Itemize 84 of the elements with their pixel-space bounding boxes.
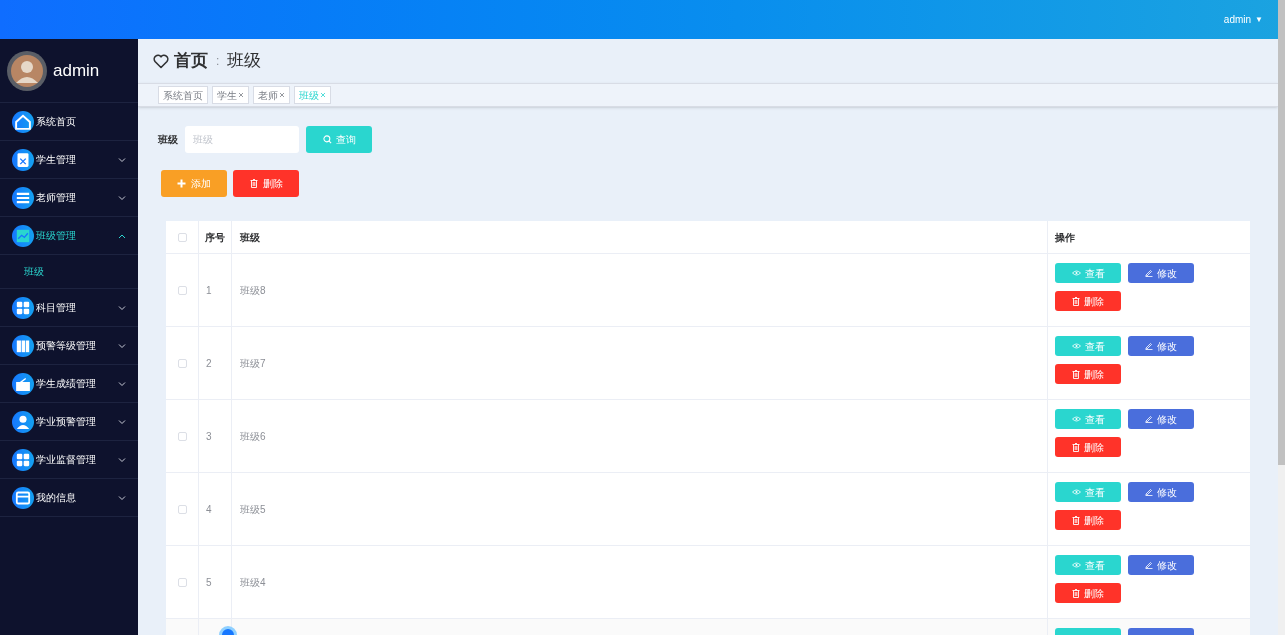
table-cell: 5 — [199, 546, 232, 618]
chart-icon — [12, 224, 34, 247]
sidebar-item[interactable]: 老师管理 — [0, 179, 138, 217]
edit-button[interactable]: 修改 — [1128, 409, 1194, 429]
pen-icon — [1145, 269, 1153, 277]
card-icon — [12, 486, 34, 509]
user-menu[interactable]: admin ▼ — [1223, 12, 1263, 27]
sidebar-item[interactable]: 学业监督管理 — [0, 441, 138, 479]
column-header: 序号 — [199, 221, 232, 253]
sidebar-item[interactable]: 学生成绩管理 — [0, 365, 138, 403]
pen-icon — [1145, 342, 1153, 350]
pen-icon — [1145, 488, 1153, 496]
edit-button[interactable]: 修改 — [1128, 263, 1194, 283]
edit-button[interactable]: 修改 — [1128, 482, 1194, 502]
breadcrumb-separator: : — [216, 53, 220, 70]
person-icon — [12, 410, 34, 433]
trash-icon — [1072, 296, 1080, 306]
table-cell: 班级7 — [232, 327, 1048, 399]
table-cell: 3 — [199, 400, 232, 472]
page-tab[interactable]: 老师 — [253, 86, 290, 104]
eye-icon — [1071, 562, 1081, 568]
eye-icon — [1071, 416, 1081, 422]
delete-button[interactable]: 删除 — [1055, 510, 1121, 530]
sidebar-item[interactable]: 我的信息 — [0, 479, 138, 517]
table-cell: 4 — [199, 473, 232, 545]
table-cell: 班级4 — [232, 546, 1048, 618]
checkbox[interactable] — [177, 504, 187, 514]
book-icon — [12, 334, 34, 357]
delete-button[interactable]: 删除 — [1055, 437, 1121, 457]
trash-icon — [1072, 515, 1080, 525]
eye-icon — [1071, 489, 1081, 495]
table-cell: 班级6 — [232, 400, 1048, 472]
delete-button[interactable]: 删除 — [1055, 291, 1121, 311]
sidebar-item[interactable]: 科目管理 — [0, 289, 138, 327]
checkbox[interactable] — [177, 358, 187, 368]
delete-button[interactable]: 删除 — [1055, 364, 1121, 384]
checkbox[interactable] — [177, 232, 187, 242]
close-icon[interactable] — [320, 92, 326, 98]
sidebar-item[interactable]: 学业预警管理 — [0, 403, 138, 441]
search-label: 班级 — [158, 133, 178, 147]
table-cell: 1 — [199, 254, 232, 326]
grid-icon — [12, 296, 34, 319]
checkbox[interactable] — [177, 285, 187, 295]
sidebar-subitem[interactable]: 班级 — [0, 255, 138, 289]
checkbox[interactable] — [177, 431, 187, 441]
avatar — [7, 50, 47, 91]
scrollbar[interactable] — [1278, 0, 1285, 635]
sidebar-item[interactable]: 学生管理 — [0, 141, 138, 179]
grid-icon — [12, 448, 34, 471]
table-cell: 2 — [199, 327, 232, 399]
trash-icon — [1072, 442, 1080, 452]
trash-icon — [249, 179, 258, 188]
delete-button[interactable]: 删除 — [233, 170, 299, 197]
pen-icon — [1145, 415, 1153, 423]
checkbox[interactable] — [177, 577, 187, 587]
delete-button[interactable]: 删除 — [1055, 583, 1121, 603]
pen-icon — [1145, 561, 1153, 569]
sidebar-item[interactable]: 班级管理 — [0, 217, 138, 255]
sidebar-item[interactable]: 系统首页 — [0, 103, 138, 141]
table-cell: 班级5 — [232, 473, 1048, 545]
sidebar-item[interactable]: 预警等级管理 — [0, 327, 138, 365]
home-icon — [12, 110, 34, 133]
page-tab[interactable]: 系统首页 — [158, 86, 208, 104]
breadcrumb-current: 班级 — [227, 50, 262, 73]
breadcrumb-home[interactable]: 首页 — [174, 48, 208, 74]
table-cell: 班级8 — [232, 254, 1048, 326]
edit-button[interactable]: 修改 — [1128, 336, 1194, 356]
plus-icon — [177, 179, 186, 188]
sidebar-username: admin — [53, 59, 100, 82]
clipboard-icon — [12, 148, 34, 171]
list-icon — [12, 186, 34, 209]
trash-icon — [1072, 369, 1080, 379]
close-icon[interactable] — [279, 92, 285, 98]
column-header: 操作 — [1054, 230, 1076, 245]
close-icon[interactable] — [238, 92, 244, 98]
column-header: 班级 — [232, 221, 1048, 253]
edit-button[interactable]: 修改 — [1128, 555, 1194, 575]
trash-icon — [1072, 588, 1080, 598]
eye-icon — [1071, 343, 1081, 349]
eye-icon — [1071, 270, 1081, 276]
search-icon — [322, 135, 332, 144]
page-tab[interactable]: 学生 — [212, 86, 249, 104]
wallet-icon — [12, 372, 34, 395]
heart-icon — [153, 53, 169, 69]
